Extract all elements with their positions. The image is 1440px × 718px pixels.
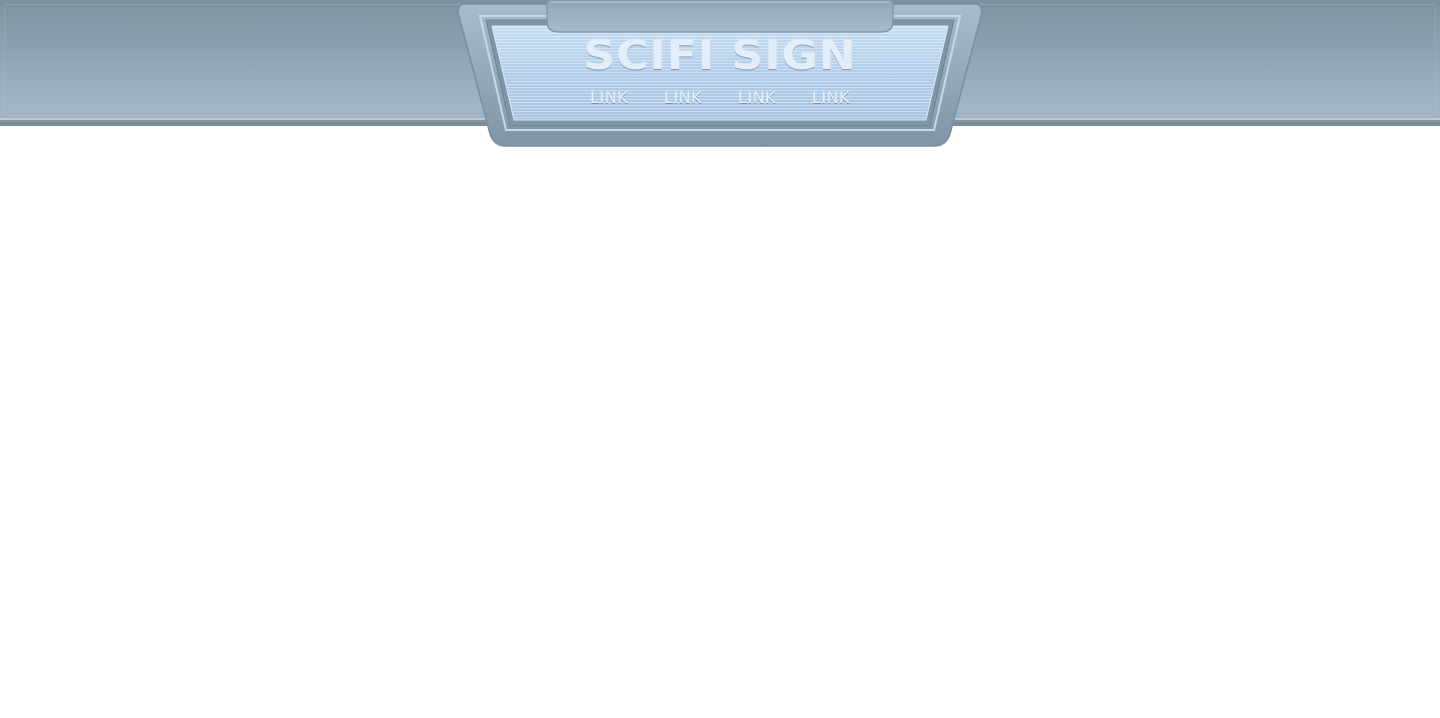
page: SCIFI SIGN LINK LINK LINK LINK xyxy=(0,0,1440,718)
nav-link-1[interactable]: LINK xyxy=(590,89,628,107)
scifi-sign-panel: SCIFI SIGN LINK LINK LINK LINK xyxy=(456,0,984,150)
site-title: SCIFI SIGN xyxy=(583,32,857,79)
nav-link-2[interactable]: LINK xyxy=(664,89,702,107)
nav-link-4[interactable]: LINK xyxy=(812,89,850,107)
nav-link-3[interactable]: LINK xyxy=(738,89,776,107)
main-nav: LINK LINK LINK LINK xyxy=(590,89,850,107)
